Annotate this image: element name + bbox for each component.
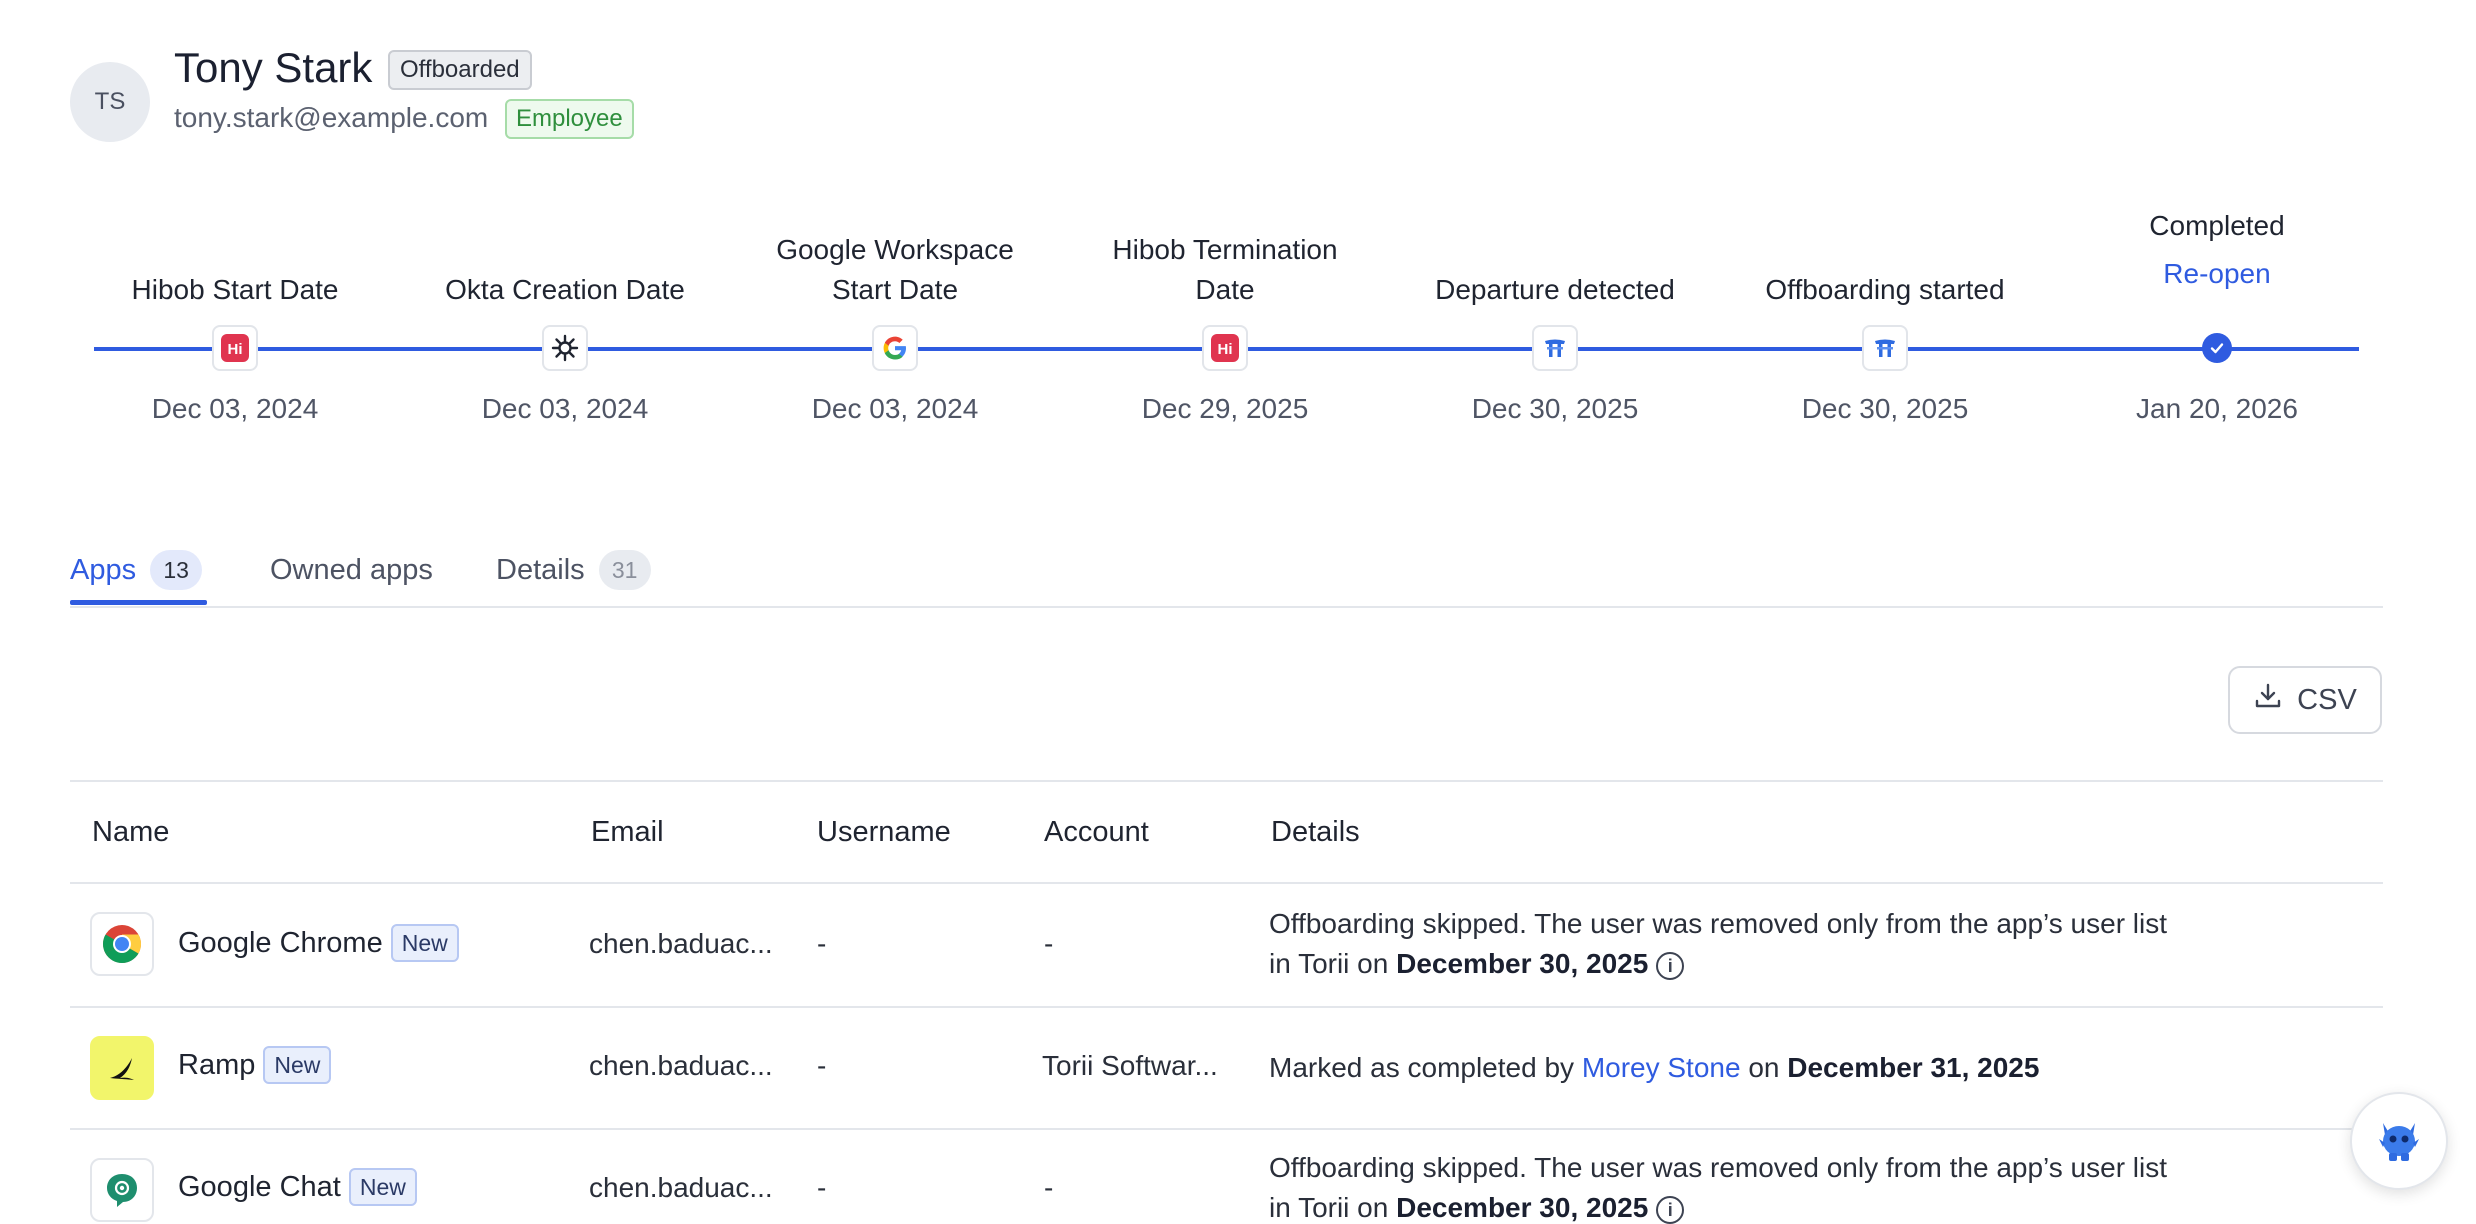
hibob-icon: Hi bbox=[212, 325, 258, 371]
details-cell: Offboarding skipped. The user was remove… bbox=[1269, 904, 2209, 984]
milestone-label: Start Date bbox=[831, 274, 959, 305]
app-name[interactable]: Ramp bbox=[178, 1049, 255, 1082]
tab-count-badge: 31 bbox=[598, 550, 651, 590]
svg-text:Hi: Hi bbox=[1218, 341, 1233, 358]
check-circle-icon bbox=[2202, 333, 2232, 363]
account-cell: Torii Softwar... bbox=[1042, 1050, 1218, 1081]
milestone-date: Dec 30, 2025 bbox=[1471, 393, 1639, 424]
app-name-cell[interactable]: Ramp New bbox=[178, 1046, 332, 1084]
user-link[interactable]: Morey Stone bbox=[1582, 1052, 1741, 1083]
details-text: in Torii on bbox=[1269, 1192, 1397, 1223]
milestone-label: Completed bbox=[2149, 210, 2285, 241]
details-line: in Torii on December 30, 2025 i bbox=[1269, 944, 2209, 984]
milestone-label: Hibob Termination bbox=[1112, 234, 1338, 265]
tab-label: Details bbox=[496, 553, 585, 586]
milestone-date: Dec 03, 2024 bbox=[481, 393, 649, 424]
info-icon[interactable]: i bbox=[1656, 1195, 1685, 1224]
milestone-label: Date bbox=[1195, 274, 1255, 305]
timeline-milestone-departure-detected: Departure detected Dec 30, 2025 bbox=[1390, 0, 1720, 440]
timeline-milestone-okta-creation: Okta Creation Date Dec 03, 2024 bbox=[400, 0, 730, 440]
account-cell: - bbox=[1044, 1172, 1054, 1203]
okta-icon bbox=[542, 325, 588, 371]
username-cell: - bbox=[817, 1172, 827, 1203]
torii-icon bbox=[1532, 325, 1578, 371]
app-name[interactable]: Google Chrome bbox=[178, 927, 383, 960]
tab-apps[interactable]: Apps 13 bbox=[70, 534, 203, 606]
google-icon bbox=[872, 325, 918, 371]
milestone-label: Departure detected bbox=[1435, 274, 1675, 305]
tab-label: Apps bbox=[70, 553, 137, 586]
details-text: Marked as completed by bbox=[1269, 1052, 1582, 1083]
active-tab-indicator bbox=[70, 600, 207, 605]
details-line: Offboarding skipped. The user was remove… bbox=[1269, 908, 2168, 939]
milestone-label: Offboarding started bbox=[1765, 274, 2005, 305]
details-date: December 30, 2025 bbox=[1396, 1192, 1649, 1223]
milestone-label: Google Workspace bbox=[776, 234, 1014, 265]
column-header-username[interactable]: Username bbox=[817, 816, 951, 849]
username-cell: - bbox=[817, 1050, 827, 1081]
download-icon bbox=[2253, 681, 2283, 719]
svg-text:Hi: Hi bbox=[228, 341, 243, 358]
tab-owned-apps[interactable]: Owned apps bbox=[270, 534, 433, 606]
csv-label: CSV bbox=[2297, 683, 2357, 716]
details-cell: Offboarding skipped. The user was remove… bbox=[1269, 1148, 2209, 1224]
table-row[interactable]: Ramp New chen.baduac... - Torii Softwar.… bbox=[70, 1008, 2383, 1128]
table-row[interactable]: Google Chat New chen.baduac... - - Offbo… bbox=[70, 1130, 2383, 1224]
milestone-date: Jan 20, 2026 bbox=[2136, 393, 2298, 424]
timeline-milestone-offboarding-started: Offboarding started Dec 30, 2025 bbox=[1720, 0, 2050, 440]
timeline-milestone-hibob-start: Hibob Start Date Hi Dec 03, 2024 bbox=[70, 0, 400, 440]
column-header-name[interactable]: Name bbox=[92, 816, 169, 849]
timeline-milestone-hibob-termination: Hibob Termination Date Hi Dec 29, 2025 bbox=[1060, 0, 1390, 440]
table-divider bbox=[70, 780, 2383, 782]
milestone-date: Dec 30, 2025 bbox=[1801, 393, 1969, 424]
torii-icon bbox=[1862, 325, 1908, 371]
timeline-milestone-google-workspace: Google Workspace Start Date Dec 03, 2024 bbox=[730, 0, 1060, 440]
tab-label: Owned apps bbox=[270, 553, 433, 586]
details-cell: Marked as completed by Morey Stone on De… bbox=[1269, 1048, 2209, 1088]
details-line: in Torii on December 30, 2025 i bbox=[1269, 1188, 2209, 1224]
tabs-divider bbox=[70, 606, 2383, 608]
tab-count-badge: 13 bbox=[150, 550, 203, 590]
email-cell: chen.baduac... bbox=[589, 1172, 773, 1203]
app-name-cell[interactable]: Google Chrome New bbox=[178, 924, 459, 962]
chat-assistant-button[interactable] bbox=[2350, 1092, 2448, 1190]
timeline-milestone-completed: Completed Re-open Jan 20, 2026 bbox=[2052, 0, 2382, 440]
details-line: Offboarding skipped. The user was remove… bbox=[1269, 1152, 2168, 1183]
column-header-email[interactable]: Email bbox=[591, 816, 664, 849]
details-text: on bbox=[1740, 1052, 1788, 1083]
new-badge: New bbox=[390, 924, 459, 962]
hibob-icon: Hi bbox=[1202, 325, 1248, 371]
new-badge: New bbox=[263, 1046, 332, 1084]
column-header-details[interactable]: Details bbox=[1271, 816, 1360, 849]
milestone-label: Okta Creation Date bbox=[445, 274, 685, 305]
milestone-label: Hibob Start Date bbox=[131, 274, 339, 305]
milestone-date: Dec 03, 2024 bbox=[811, 393, 979, 424]
username-cell: - bbox=[817, 928, 827, 959]
details-text: in Torii on bbox=[1269, 948, 1397, 979]
details-date: December 30, 2025 bbox=[1396, 948, 1649, 979]
chrome-icon bbox=[90, 912, 154, 976]
mascot-icon bbox=[2369, 1109, 2429, 1174]
app-name-cell[interactable]: Google Chat New bbox=[178, 1168, 417, 1206]
info-icon[interactable]: i bbox=[1656, 951, 1685, 980]
email-cell: chen.baduac... bbox=[589, 1050, 773, 1081]
column-header-account[interactable]: Account bbox=[1044, 816, 1149, 849]
csv-export-button[interactable]: CSV bbox=[2228, 666, 2382, 734]
milestone-date: Dec 03, 2024 bbox=[151, 393, 319, 424]
tab-details[interactable]: Details 31 bbox=[496, 534, 651, 606]
account-cell: - bbox=[1044, 928, 1054, 959]
reopen-link[interactable]: Re-open bbox=[2052, 258, 2382, 290]
milestone-date: Dec 29, 2025 bbox=[1141, 393, 1309, 424]
new-badge: New bbox=[348, 1168, 417, 1206]
app-name[interactable]: Google Chat bbox=[178, 1171, 341, 1204]
email-cell: chen.baduac... bbox=[589, 928, 773, 959]
table-row[interactable]: Google Chrome New chen.baduac... - - Off… bbox=[70, 884, 2383, 1006]
google-chat-icon bbox=[90, 1158, 154, 1222]
ramp-icon bbox=[90, 1036, 154, 1100]
details-date: December 31, 2025 bbox=[1787, 1052, 2040, 1083]
